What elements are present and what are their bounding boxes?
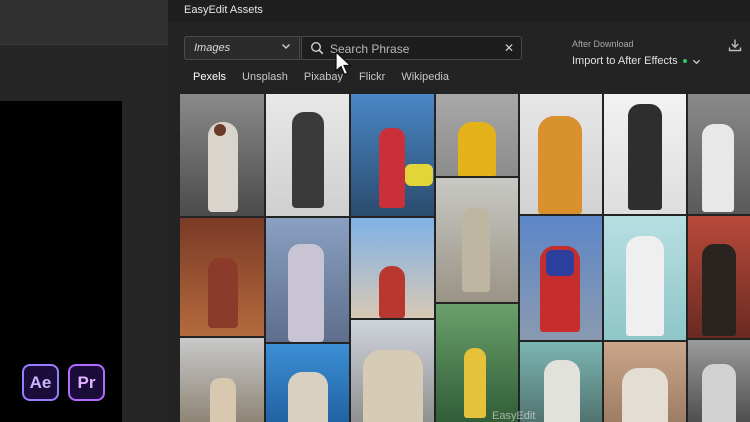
image-grid [180,94,750,422]
search-icon [310,41,324,55]
import-option-label: Import to After Effects [572,55,678,67]
download-icon[interactable] [728,38,742,52]
after-download-label: After Download [572,39,634,49]
asset-type-dropdown[interactable]: Images [184,36,300,60]
status-dot [682,59,687,63]
image-thumbnail[interactable] [688,94,750,214]
panel-header: EasyEdit Assets [168,0,750,22]
editor-divider [0,44,168,45]
image-thumbnail[interactable] [351,218,434,318]
tab-wikipedia[interactable]: Wikipedia [401,71,449,83]
image-thumbnail[interactable] [351,94,434,216]
image-thumbnail[interactable] [604,216,686,340]
image-thumbnail[interactable] [180,94,264,216]
image-thumbnail[interactable] [351,320,434,422]
image-thumbnail[interactable] [436,94,518,176]
image-thumbnail[interactable] [180,338,264,422]
chevron-down-icon [282,44,290,49]
editor-toolbar [0,0,168,45]
panel-title: EasyEdit Assets [184,4,263,16]
image-thumbnail[interactable] [520,216,602,340]
tab-flickr[interactable]: Flickr [359,71,385,83]
image-thumbnail[interactable] [180,218,264,336]
import-option-dropdown[interactable]: Import to After Effects [572,55,701,67]
tab-unsplash[interactable]: Unsplash [242,71,288,83]
image-thumbnail[interactable] [266,94,349,216]
image-thumbnail[interactable] [688,340,750,422]
image-thumbnail[interactable] [604,342,686,422]
image-thumbnail[interactable] [604,94,686,214]
image-thumbnail[interactable] [520,94,602,214]
image-thumbnail[interactable] [266,218,349,342]
cursor-icon [335,51,353,76]
image-thumbnail[interactable] [688,216,750,338]
image-thumbnail[interactable] [266,344,349,422]
assets-panel: EasyEdit Assets Images ✕ After Download … [168,0,750,422]
chevron-down-icon [692,59,700,64]
premiere-pro-app-icon[interactable]: Pr [68,364,105,401]
after-effects-app-icon[interactable]: Ae [22,364,59,401]
image-thumbnail[interactable] [436,178,518,302]
tab-pexels[interactable]: Pexels [193,71,226,83]
watermark: EasyEdit [492,410,536,422]
asset-type-selected: Images [194,42,231,54]
source-tabs: Pexels Unsplash Pixabay Flickr Wikipedia [193,71,465,83]
close-icon[interactable]: ✕ [503,41,515,55]
image-thumbnail[interactable] [436,304,518,422]
